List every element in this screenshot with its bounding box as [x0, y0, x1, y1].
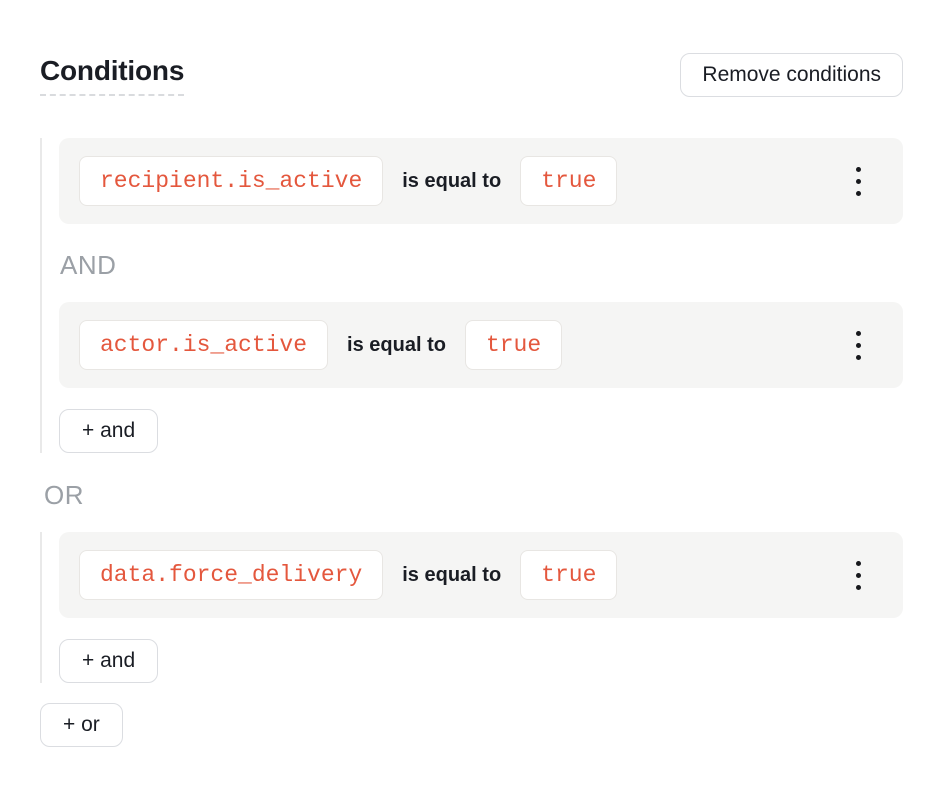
add-and-condition-button[interactable]: + and	[59, 409, 158, 453]
add-and-condition-button[interactable]: + and	[59, 639, 158, 683]
kebab-dot	[856, 561, 861, 566]
kebab-dot	[856, 179, 861, 184]
kebab-menu-icon	[856, 331, 861, 360]
kebab-dot	[856, 167, 861, 172]
condition-value-chip: true	[465, 320, 562, 370]
kebab-dot	[856, 355, 861, 360]
condition-menu-button[interactable]	[848, 325, 869, 366]
condition-row[interactable]: recipient.is_active is equal to true	[59, 138, 903, 224]
kebab-menu-icon	[856, 167, 861, 196]
condition-row[interactable]: actor.is_active is equal to true	[59, 302, 903, 388]
and-joiner-label: AND	[60, 250, 903, 280]
kebab-dot	[856, 343, 861, 348]
condition-field-chip: actor.is_active	[79, 320, 328, 370]
remove-conditions-button[interactable]: Remove conditions	[680, 53, 903, 97]
panel-header: Conditions Remove conditions	[40, 53, 903, 97]
kebab-dot	[856, 585, 861, 590]
condition-menu-button[interactable]	[848, 161, 869, 202]
condition-value-chip: true	[520, 550, 617, 600]
kebab-dot	[856, 331, 861, 336]
condition-operator: is equal to	[347, 334, 446, 357]
condition-field-chip: data.force_delivery	[79, 550, 383, 600]
kebab-dot	[856, 573, 861, 578]
add-or-group-button[interactable]: + or	[40, 703, 123, 747]
or-joiner-label: OR	[44, 480, 903, 510]
condition-group: data.force_delivery is equal to true + a…	[40, 532, 903, 683]
kebab-dot	[856, 191, 861, 196]
conditions-panel: Conditions Remove conditions recipient.i…	[0, 0, 946, 747]
condition-operator: is equal to	[402, 564, 501, 587]
conditions-list: recipient.is_active is equal to true AND…	[40, 138, 903, 747]
page-title[interactable]: Conditions	[40, 55, 184, 96]
kebab-menu-icon	[856, 561, 861, 590]
condition-menu-button[interactable]	[848, 555, 869, 596]
condition-group: recipient.is_active is equal to true AND…	[40, 138, 903, 453]
condition-operator: is equal to	[402, 170, 501, 193]
condition-field-chip: recipient.is_active	[79, 156, 383, 206]
condition-row[interactable]: data.force_delivery is equal to true	[59, 532, 903, 618]
condition-value-chip: true	[520, 156, 617, 206]
